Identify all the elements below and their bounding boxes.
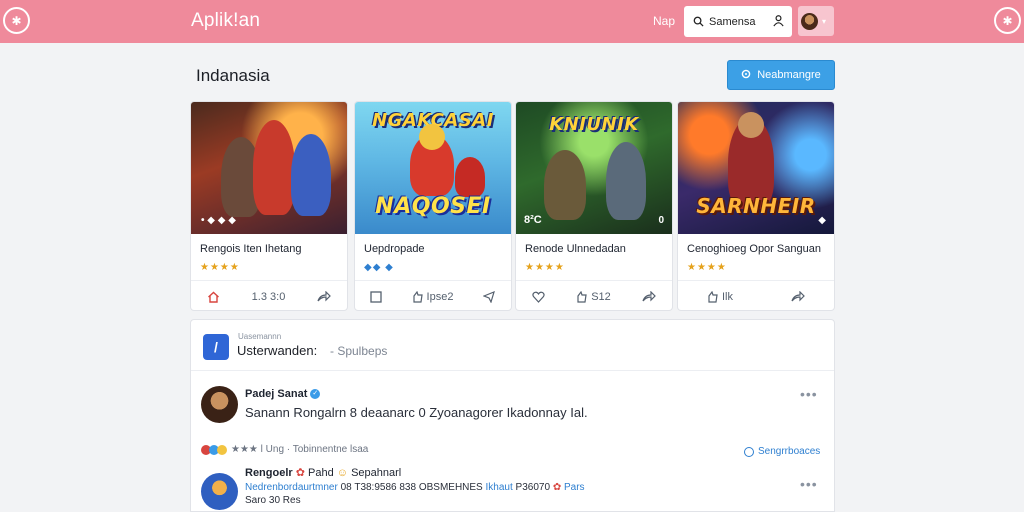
card-actions: 1.3 3:0 [191, 280, 347, 310]
feed-head-caption: Uasemannn [238, 332, 282, 341]
rating-stars: ◆◆ ◆ [364, 262, 394, 273]
game-badge: 8²C [524, 214, 542, 226]
checkbox-icon[interactable] [370, 290, 382, 303]
avatar [801, 12, 818, 30]
game-name: Cenoghioeg Opor Sanguan [687, 243, 821, 255]
user-icon[interactable] [772, 14, 785, 30]
share-icon[interactable] [483, 290, 496, 303]
post-reactions[interactable]: ★★★ l Ung · Tobinnentne lsaa [201, 444, 368, 455]
rating-stars: ★★★★ [687, 262, 727, 273]
divider [191, 370, 834, 371]
share-icon[interactable] [317, 291, 331, 302]
game-corner-label: ◆ [818, 215, 826, 226]
game-thumb-subtitle: NAQOSEI [375, 194, 491, 219]
post-text: Sanann Rongalrn 8 deaanarc 0 Zyoanagorer… [245, 405, 588, 420]
game-card[interactable]: • ◆ ◆ ◆ Rengois Iten Ihetang ★★★★ 1.3 3:… [190, 101, 348, 311]
heart-icon[interactable] [532, 291, 545, 303]
card-actions: Ilk [678, 280, 834, 310]
emoji-icon: ☺ [336, 467, 349, 479]
card-actions: S12 [516, 280, 672, 310]
game-thumbnail[interactable]: KNIUNIK 8²C 0 [516, 102, 672, 234]
feed-subtitle: - Spulbeps [330, 344, 388, 358]
stats-label: 1.3 3:0 [251, 290, 286, 303]
logo-icon[interactable]: ✱ [3, 7, 30, 34]
more-options-icon[interactable]: ••• [800, 386, 818, 402]
post-author[interactable]: Padej Sanat ✓ [245, 388, 321, 400]
account-menu-button[interactable]: ▾ [798, 6, 834, 36]
refresh-icon [741, 69, 751, 82]
game-corner-label: 0 [658, 215, 664, 226]
post-author[interactable]: Rengoelr ✿ Pahd ☺ Sepahnarl [245, 466, 401, 479]
settings-icon[interactable]: ✱ [994, 7, 1021, 34]
app-title: Aplik!an [191, 10, 261, 31]
page-title: Indanasia [196, 66, 270, 85]
stats-label: Ilk [707, 290, 733, 303]
reactions-text: ★★★ l Ung · Tobinnentne lsaa [231, 444, 369, 455]
share-icon[interactable] [791, 291, 805, 302]
top-bar: ✱ Aplik!an Nap Samensa ▾ ✱ [0, 0, 1024, 43]
game-name: Rengois Iten Ihetang [200, 243, 302, 255]
rating-stars: ★★★★ [200, 262, 240, 273]
game-thumbnail[interactable]: SARNHEIR ◆ [678, 102, 834, 234]
avatar[interactable] [201, 386, 238, 423]
chevron-down-icon: ▾ [822, 16, 827, 26]
stats-label: Ipse2 [412, 290, 453, 303]
game-card[interactable]: NGAKCASAI NAQOSEI Uepdropade ◆◆ ◆ Ipse2 [354, 101, 512, 311]
feed-title: Usterwanden: [237, 343, 318, 358]
feed-app-icon: / [203, 334, 229, 360]
search-input[interactable]: Samensa [709, 16, 772, 28]
share-icon[interactable] [642, 291, 657, 302]
game-name: Renode Ulnnedadan [525, 243, 626, 255]
game-card[interactable]: SARNHEIR ◆ Cenoghioeg Opor Sanguan ★★★★ … [677, 101, 835, 311]
game-thumb-subtitle: SARNHEIR [696, 194, 816, 218]
primary-action-label: Neabmangre [757, 69, 821, 81]
flower-icon: ✿ [552, 482, 562, 493]
follow-icon [744, 446, 754, 457]
stats-label: S12 [576, 290, 611, 303]
post-text: Nedrenbordaurtmner 08 T38:9586 838 OBSME… [245, 482, 585, 493]
search-icon [691, 15, 705, 29]
game-thumb-title: KNIUNIK [549, 114, 639, 135]
more-options-icon[interactable]: ••• [800, 476, 818, 492]
rating-stars: ★★★★ [525, 262, 565, 273]
primary-action-button[interactable]: Neabmangre [727, 60, 835, 90]
game-card[interactable]: KNIUNIK 8²C 0 Renode Ulnnedadan ★★★★ S12 [515, 101, 673, 311]
game-thumbnail[interactable]: • ◆ ◆ ◆ [191, 102, 347, 234]
card-actions: Ipse2 [355, 280, 511, 310]
feed-panel: / Uasemannn Usterwanden: - Spulbeps Pade… [190, 319, 835, 512]
home-icon[interactable] [207, 291, 220, 303]
verified-icon: ✓ [310, 389, 321, 400]
game-thumbnail[interactable]: NGAKCASAI NAQOSEI [355, 102, 511, 234]
post-meta: Saro 30 Res [245, 495, 301, 506]
nav-link[interactable]: Nap [653, 14, 675, 28]
avatar[interactable] [201, 473, 238, 510]
game-name: Uepdropade [364, 243, 425, 255]
search-box[interactable]: Samensa [684, 6, 792, 37]
follow-link[interactable]: Sengrrboaces [744, 446, 820, 457]
game-badge: • ◆ ◆ ◆ [201, 215, 236, 226]
flower-icon: ✿ [295, 467, 305, 479]
